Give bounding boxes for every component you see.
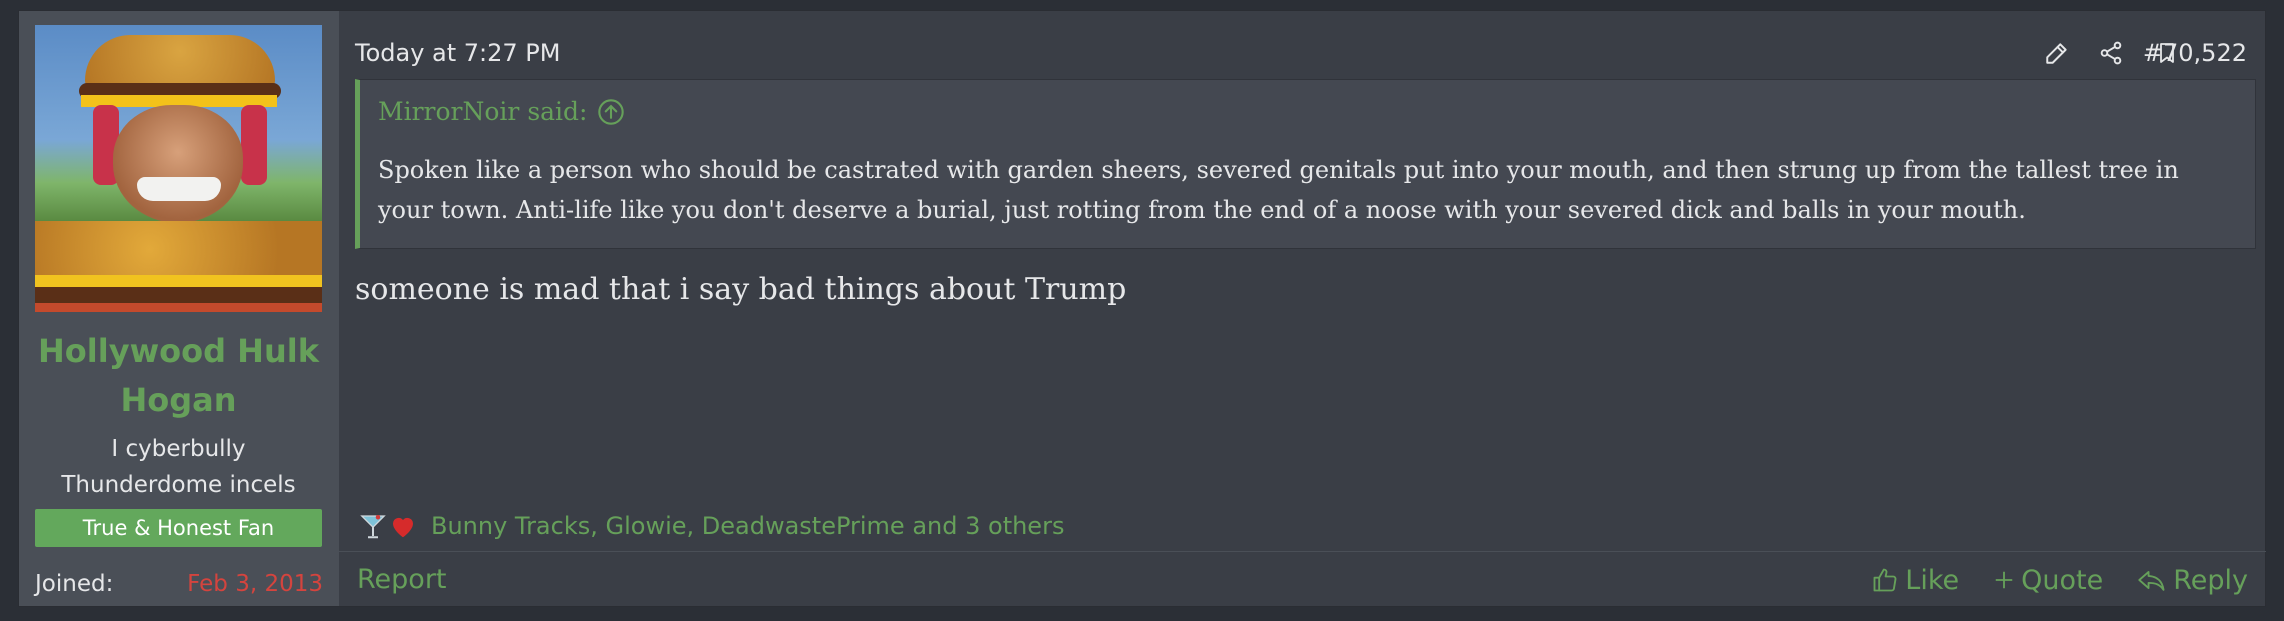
report-link[interactable]: Report xyxy=(357,552,447,608)
joined-label: Joined: xyxy=(35,571,114,597)
post-message: someone is mad that i say bad things abo… xyxy=(355,272,1127,307)
post-number[interactable]: #70,522 xyxy=(2143,31,2247,75)
quote-author-link[interactable]: MirrorNoir said: xyxy=(378,92,625,132)
avatar-face xyxy=(113,105,243,223)
quote-text: Spoken like a person who should be castr… xyxy=(378,156,2179,224)
thumbs-up-icon xyxy=(1873,568,1897,592)
like-label: Like xyxy=(1905,564,1960,596)
quote-button[interactable]: Quote xyxy=(1993,565,2103,596)
forum-post: Hollywood Hulk Hogan I cyberbully Thunde… xyxy=(18,10,2266,607)
avatar-burger-hat xyxy=(85,35,275,90)
share-icon[interactable] xyxy=(2089,31,2133,75)
reply-label: Reply xyxy=(2173,564,2248,596)
like-button[interactable]: Like xyxy=(1871,565,1959,596)
reactions-list[interactable]: Bunny Tracks, Glowie, DeadwastePrime and… xyxy=(431,512,1064,540)
quote-block: MirrorNoir said: Spoken like a person wh… xyxy=(355,79,2256,249)
post-actions: Like Quote Reply xyxy=(1871,552,2248,608)
avatar[interactable] xyxy=(35,25,322,312)
reactions-bar[interactable]: Bunny Tracks, Glowie, DeadwastePrime and… xyxy=(355,501,1064,551)
edit-icon[interactable] xyxy=(2035,31,2079,75)
post-footer: Report Like Quote Reply xyxy=(339,551,2266,608)
quote-author: MirrorNoir said: xyxy=(378,97,588,126)
jump-to-quote-icon[interactable] xyxy=(597,98,625,126)
joined-date: Feb 3, 2013 xyxy=(187,571,323,597)
avatar-tomato xyxy=(35,303,322,312)
reply-button[interactable]: Reply xyxy=(2137,565,2248,596)
username[interactable]: Hollywood Hulk Hogan xyxy=(35,327,322,425)
reply-icon xyxy=(2138,571,2165,591)
avatar-mustache xyxy=(137,177,221,201)
post-timestamp[interactable]: Today at 7:27 PM xyxy=(355,31,561,75)
quote-label: Quote xyxy=(2021,564,2104,596)
heart-icon xyxy=(385,508,421,544)
avatar-hair-right xyxy=(241,105,267,185)
user-banner: True & Honest Fan xyxy=(35,509,322,547)
user-title: I cyberbully Thunderdome incels xyxy=(61,436,296,498)
plus-icon xyxy=(1995,571,2013,589)
user-sidebar: Hollywood Hulk Hogan I cyberbully Thunde… xyxy=(19,11,339,606)
